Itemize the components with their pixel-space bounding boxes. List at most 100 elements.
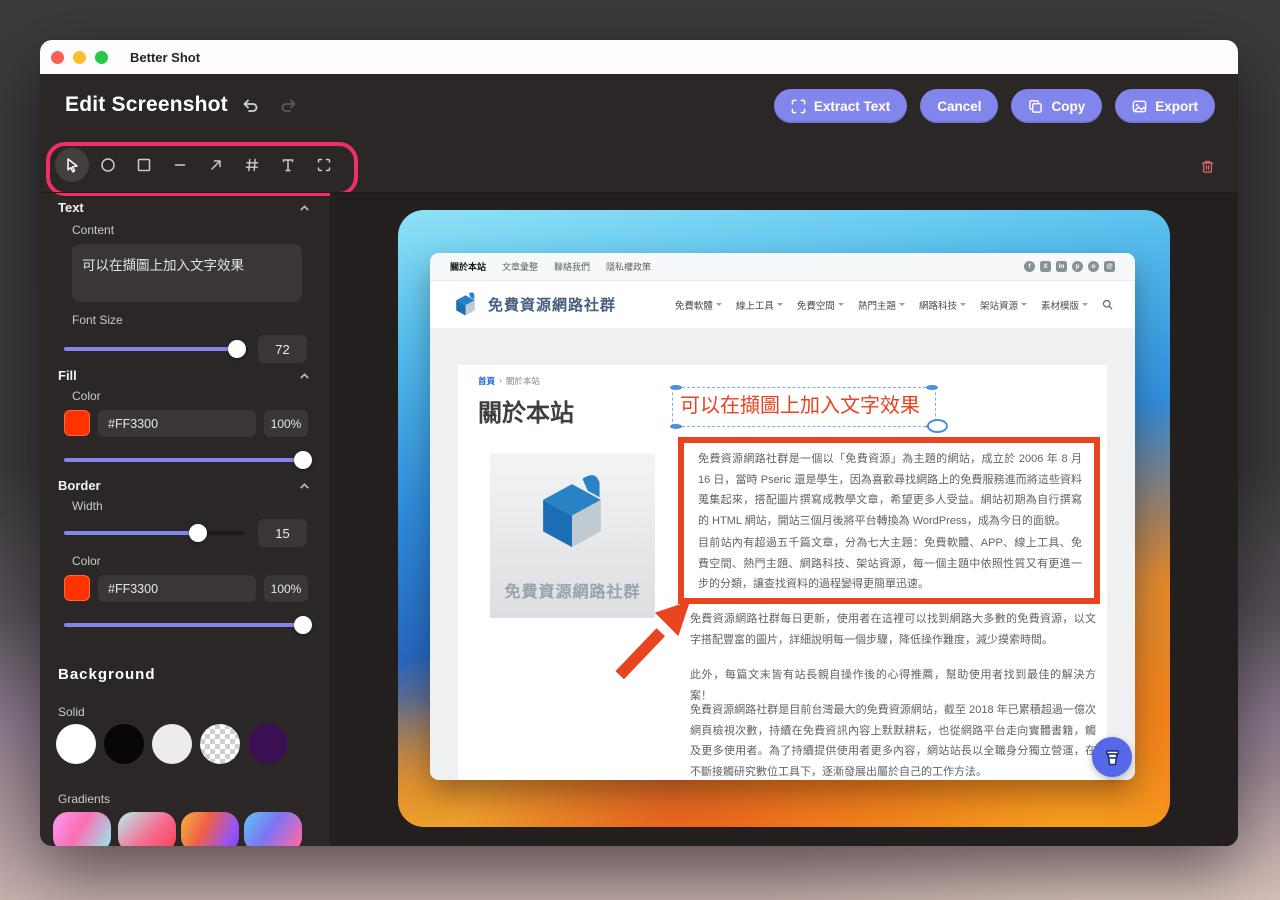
- site-topbar-link: 隱私權政策: [606, 260, 651, 273]
- article-title: 關於本站: [478, 393, 574, 428]
- site-nav-item: 熱門主題: [858, 298, 905, 312]
- border-color-label: Color: [72, 554, 101, 568]
- fill-section-title: Fill: [58, 368, 77, 383]
- title-bar[interactable]: Better Shot: [40, 40, 1238, 74]
- text-section-collapse-button[interactable]: [298, 202, 311, 215]
- chevron-down-icon: [1082, 303, 1088, 306]
- font-size-slider-thumb[interactable]: [228, 340, 246, 358]
- cursor-tool-button[interactable]: [55, 148, 89, 182]
- site-logo-image: 免費資源網路社群: [490, 453, 655, 618]
- bg-swatch-white[interactable]: [56, 724, 96, 764]
- rotate-handle[interactable]: [927, 419, 948, 433]
- window-title: Better Shot: [130, 50, 200, 65]
- export-button[interactable]: Export: [1115, 89, 1215, 123]
- text-annotation-content[interactable]: 可以在擷圖上加入文字效果: [673, 388, 935, 425]
- rectangle-annotation[interactable]: [678, 437, 1100, 604]
- bg-swatch-black[interactable]: [104, 724, 144, 764]
- border-width-slider[interactable]: [64, 524, 245, 542]
- text-content-input[interactable]: 可以在擷圖上加入文字效果: [72, 244, 302, 302]
- article-paragraph: 免費資源網路社群每日更新，使用者在這裡可以找到網路大多數的免費資源，以文字搭配豐…: [690, 609, 1096, 650]
- site-nav-item: 素材模版: [1041, 298, 1088, 312]
- delete-button[interactable]: [1190, 149, 1224, 183]
- site-navbar: 免費資源網路社群 免費軟體 線上工具 免費空間 熱門主題 網路科技 架站資源 素…: [430, 281, 1135, 328]
- fill-hex-input[interactable]: [98, 410, 256, 437]
- chevron-up-icon: [298, 202, 311, 215]
- pinterest-icon: p: [1072, 261, 1083, 272]
- fill-section-collapse-button[interactable]: [298, 370, 311, 383]
- font-size-slider[interactable]: [64, 340, 248, 358]
- fill-color-swatch[interactable]: [64, 410, 90, 436]
- border-hex-input[interactable]: [98, 575, 256, 602]
- bg-gradient-swatch-2[interactable]: [118, 812, 176, 846]
- redo-button[interactable]: [275, 92, 303, 120]
- chevron-down-icon: [838, 303, 844, 306]
- slider-fill: [64, 531, 198, 535]
- border-section-collapse-button[interactable]: [298, 480, 311, 493]
- site-nav-item: 網路科技: [919, 298, 966, 312]
- line-tool-button[interactable]: [163, 148, 197, 182]
- cursor-icon: [63, 156, 81, 174]
- site-nav-menu: 免費軟體 線上工具 免費空間 熱門主題 網路科技 架站資源 素材模版: [675, 298, 1113, 312]
- fill-opacity-slider[interactable]: [64, 451, 308, 469]
- border-section-title: Border: [58, 478, 101, 493]
- hash-icon: [243, 156, 261, 174]
- site-body: 首頁 › 關於本站 關於本站 免費資源網路: [430, 328, 1135, 780]
- site-nav-item: 線上工具: [736, 298, 783, 312]
- crop-icon: [315, 156, 333, 174]
- article-paragraph: 免費資源網路社群是目前台灣最大的免費資源網站，截至 2018 年已累積超過一億次…: [690, 700, 1096, 780]
- cancel-label: Cancel: [937, 99, 981, 114]
- rectangle-tool-button[interactable]: [127, 148, 161, 182]
- editor-canvas[interactable]: 關於本站 文章彙整 聯絡我們 隱私權政策 f X in p o @: [330, 193, 1238, 846]
- bg-swatch-lightgray[interactable]: [152, 724, 192, 764]
- bg-swatch-transparent[interactable]: [200, 724, 240, 764]
- export-label: Export: [1155, 99, 1198, 114]
- linkedin-icon: in: [1056, 261, 1067, 272]
- border-width-slider-thumb[interactable]: [189, 524, 207, 542]
- bg-gradient-swatch-1[interactable]: [53, 812, 111, 846]
- bg-swatch-purple[interactable]: [248, 724, 288, 764]
- ellipse-tool-button[interactable]: [91, 148, 125, 182]
- site-name: 免費資源網路社群: [488, 294, 616, 315]
- text-tool-button[interactable]: [271, 148, 305, 182]
- site-nav-item: 免費空間: [797, 298, 844, 312]
- site-topbar-link: 關於本站: [450, 260, 486, 273]
- minimize-window-button[interactable]: [73, 51, 86, 64]
- crop-tool-button[interactable]: [307, 148, 341, 182]
- border-color-swatch[interactable]: [64, 575, 90, 601]
- border-width-value-input[interactable]: [258, 519, 307, 547]
- cancel-button[interactable]: Cancel: [920, 89, 998, 123]
- app-window: Better Shot Edit Screenshot Extract Text…: [40, 40, 1238, 846]
- arrow-tool-button[interactable]: [199, 148, 233, 182]
- arrow-annotation[interactable]: [606, 597, 694, 685]
- border-opacity-slider-thumb[interactable]: [294, 616, 312, 634]
- site-topbar-link: 聯絡我們: [554, 260, 590, 273]
- zoom-window-button[interactable]: [95, 51, 108, 64]
- text-icon: [279, 156, 297, 174]
- selection-handle[interactable]: [926, 385, 938, 390]
- border-opacity-value[interactable]: 100%: [264, 575, 308, 602]
- text-annotation-selected[interactable]: 可以在擷圖上加入文字效果: [672, 387, 936, 427]
- border-opacity-slider[interactable]: [64, 616, 308, 634]
- extract-text-button[interactable]: Extract Text: [774, 89, 907, 123]
- scan-icon: [791, 99, 806, 114]
- site-nav-item: 免費軟體: [675, 298, 722, 312]
- close-window-button[interactable]: [51, 51, 64, 64]
- pixelate-tool-button[interactable]: [235, 148, 269, 182]
- border-width-label: Width: [72, 499, 103, 513]
- ellipse-icon: [99, 156, 117, 174]
- extract-text-label: Extract Text: [814, 99, 890, 114]
- screenshot-image: 關於本站 文章彙整 聯絡我們 隱私權政策 f X in p o @: [430, 253, 1135, 780]
- selection-handle[interactable]: [670, 424, 682, 429]
- fill-opacity-value[interactable]: 100%: [264, 410, 308, 437]
- undo-button[interactable]: [236, 92, 264, 120]
- coffee-cup-icon: [1102, 747, 1123, 768]
- bg-gradient-swatch-4[interactable]: [244, 812, 302, 846]
- fill-opacity-slider-thumb[interactable]: [294, 451, 312, 469]
- search-icon: [1102, 299, 1113, 310]
- font-size-value-input[interactable]: [258, 335, 307, 363]
- bg-gradient-swatch-3[interactable]: [181, 812, 239, 846]
- desktop-background: Better Shot Edit Screenshot Extract Text…: [0, 0, 1280, 900]
- selection-handle[interactable]: [670, 385, 682, 390]
- site-article: 首頁 › 關於本站 關於本站 免費資源網路: [458, 365, 1107, 780]
- copy-button[interactable]: Copy: [1011, 89, 1102, 123]
